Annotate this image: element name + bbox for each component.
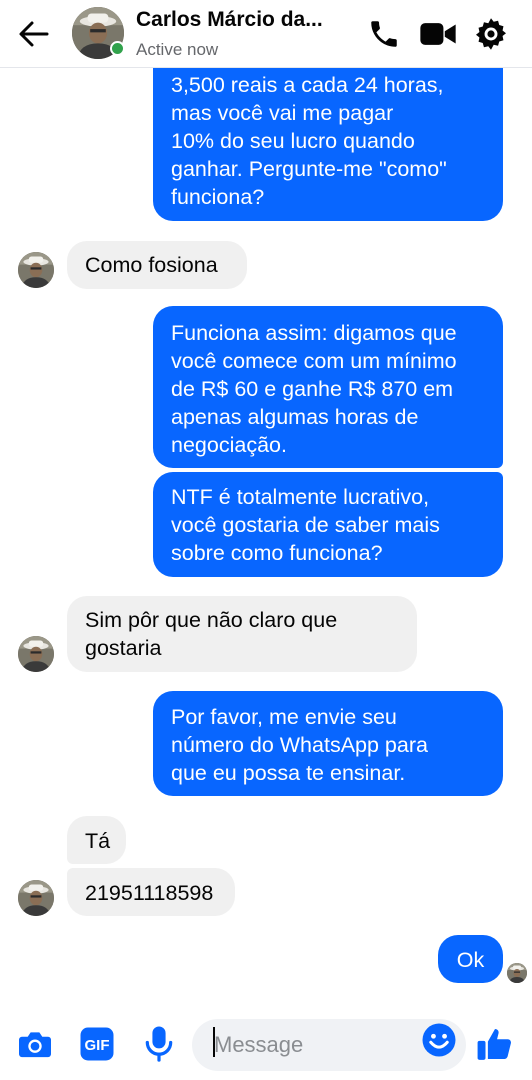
camera-icon (19, 1032, 51, 1058)
contact-avatar-small[interactable] (18, 880, 54, 916)
outgoing-message[interactable]: Por favor, me envie seu número do WhatsA… (153, 691, 503, 796)
phone-icon (371, 21, 397, 47)
incoming-message[interactable]: Sim pôr que não claro que gostaria (67, 596, 417, 672)
outgoing-message[interactable]: Ok (438, 935, 503, 983)
arrow-left-icon (19, 21, 49, 47)
outgoing-message[interactable]: Funciona assim: digamos que você comece … (153, 306, 503, 468)
audio-call-button[interactable] (364, 14, 404, 54)
camera-button[interactable] (15, 1024, 55, 1064)
contact-avatar-small[interactable] (18, 252, 54, 288)
online-status-dot (110, 41, 125, 56)
voice-message-button[interactable] (139, 1024, 179, 1064)
back-button[interactable] (14, 14, 54, 54)
active-status: Active now (136, 40, 219, 59)
thumbs-up-icon (477, 1028, 511, 1060)
incoming-message[interactable]: 21951118598 (67, 868, 235, 916)
gif-icon: GIF (80, 1027, 114, 1061)
outgoing-message[interactable]: 3,500 reais a cada 24 horas, mas você va… (153, 61, 503, 221)
gear-icon (476, 18, 506, 50)
chat-header: Carlos Márcio da... Active now (0, 0, 532, 68)
microphone-icon (145, 1026, 173, 1062)
seen-receipt-avatar (507, 963, 527, 983)
incoming-message[interactable]: Como fosiona (67, 241, 247, 289)
video-camera-icon (420, 23, 456, 45)
video-call-button[interactable] (418, 14, 458, 54)
contact-avatar-small[interactable] (18, 636, 54, 672)
emoji-button[interactable] (420, 1021, 458, 1059)
incoming-message[interactable]: Tá (67, 816, 126, 864)
gif-button[interactable]: GIF (77, 1024, 117, 1064)
chat-settings-button[interactable] (471, 14, 511, 54)
emoji-icon (422, 1023, 456, 1057)
text-cursor (213, 1027, 215, 1057)
outgoing-message[interactable]: NTF é totalmente lucrativo, você gostari… (153, 472, 503, 577)
like-button[interactable] (475, 1024, 515, 1064)
svg-text:GIF: GIF (85, 1037, 110, 1054)
contact-name[interactable]: Carlos Márcio da... (136, 8, 356, 32)
